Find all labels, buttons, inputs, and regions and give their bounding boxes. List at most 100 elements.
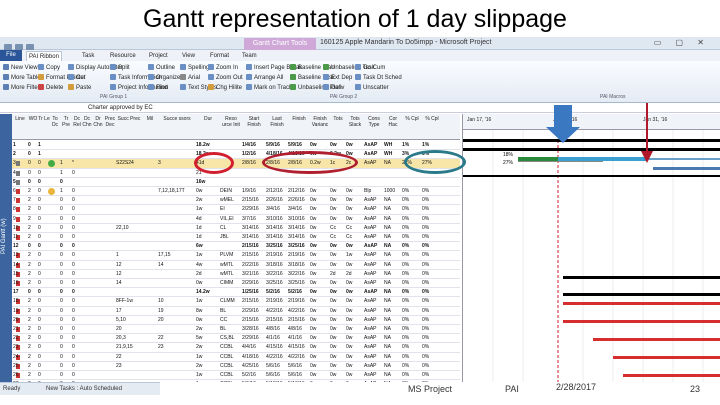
ribbon-btn-ext-dep[interactable]: Ext Dep — [323, 74, 352, 82]
task-grid[interactable]: Line WO Tr Le To Dc Tr Pre Dc Rel Dc Chn Dr Chn… — [12, 114, 460, 382]
column-header[interactable]: Cons Type — [364, 116, 384, 128]
table-cell[interactable]: 0w — [330, 251, 346, 259]
table-cell[interactable]: 3/22/16 — [288, 270, 310, 278]
table-cell[interactable]: 2 — [28, 251, 38, 259]
table-cell[interactable]: 0w — [330, 325, 346, 333]
ribbon-btn-more-filters[interactable]: More Filters — [3, 84, 43, 92]
table-cell[interactable]: * — [72, 159, 82, 167]
table-cell[interactable]: 6w — [196, 242, 220, 250]
table-cell[interactable]: 4/18/16 — [266, 150, 288, 158]
table-cell[interactable]: 21,9,15 — [116, 343, 142, 351]
table-cell[interactable]: 2/19/16 — [266, 297, 288, 305]
table-cell[interactable]: 0% — [402, 233, 422, 241]
table-cell[interactable]: 0 — [28, 242, 38, 250]
table-cell[interactable]: 17,15 — [158, 251, 196, 259]
table-cell[interactable]: 14 — [158, 261, 196, 269]
table-row[interactable]: 13 2 0 0 0 1 17,15 1w PLVM 2/15/16 2/19/16 2/19/16 0… — [12, 251, 460, 261]
table-cell[interactable]: NA — [384, 251, 402, 259]
table-cell[interactable]: 0w — [310, 215, 330, 223]
table-cell[interactable]: 0w — [330, 334, 346, 342]
tab-project[interactable]: Project — [147, 51, 170, 61]
table-cell[interactable]: 24 — [13, 353, 27, 361]
table-cell[interactable]: PLVM — [220, 251, 242, 259]
table-cell[interactable]: 2/29/16 — [242, 307, 266, 315]
table-cell[interactable]: 0 — [72, 353, 82, 361]
table-cell[interactable]: 1w — [196, 297, 220, 305]
table-cell[interactable]: 4/22/16 — [288, 353, 310, 361]
table-cell[interactable]: 0% — [402, 215, 422, 223]
table-cell[interactable]: NA — [384, 307, 402, 315]
table-cell[interactable]: 0 — [28, 288, 38, 296]
table-cell[interactable]: 0 — [38, 297, 50, 305]
table-cell[interactable]: 2/8/16 — [242, 159, 266, 167]
tab-task[interactable]: Task — [80, 51, 96, 61]
table-cell[interactable]: 3/14/16 — [242, 224, 266, 232]
table-cell[interactable]: NA — [384, 325, 402, 333]
table-cell[interactable]: AsAP — [364, 205, 384, 213]
ribbon-btn-delete[interactable]: Delete — [38, 84, 63, 92]
table-cell[interactable]: 0% — [402, 316, 422, 324]
table-cell[interactable]: 0w — [346, 297, 364, 305]
table-cell[interactable]: NA — [384, 196, 402, 204]
table-cell[interactable]: 4/25/16 — [242, 362, 266, 370]
table-cell[interactable]: 0 — [72, 371, 82, 379]
table-cell[interactable]: 0w — [330, 288, 346, 296]
table-cell[interactable]: 12 — [116, 261, 142, 269]
table-cell[interactable]: 3/14/16 — [242, 233, 266, 241]
table-cell[interactable]: 0w — [330, 316, 346, 324]
table-cell[interactable]: 0 — [72, 334, 82, 342]
table-cell[interactable]: 0 — [60, 362, 72, 370]
ribbon-btn-mark-on-track[interactable]: Mark on Track — [246, 84, 292, 92]
table-cell[interactable]: 2d — [346, 270, 364, 278]
table-cell[interactable]: 0 — [60, 251, 72, 259]
table-cell[interactable]: 0% — [402, 343, 422, 351]
table-cell[interactable]: 4/22/16 — [266, 307, 288, 315]
table-cell[interactable]: 0 — [72, 270, 82, 278]
table-cell[interactable]: 0 — [38, 251, 50, 259]
table-cell[interactable]: 0 — [38, 215, 50, 223]
table-cell[interactable]: CLMM — [220, 297, 242, 305]
table-cell[interactable]: 1w — [196, 353, 220, 361]
table-row[interactable]: 1 0 1 18.2w 1/4/16 5/9/16 5/9/16 0w 0w 0w AsAP WH 1%… — [12, 141, 460, 151]
table-cell[interactable]: 0 — [38, 224, 50, 232]
table-cell[interactable]: 2/26/16 — [288, 196, 310, 204]
table-row[interactable]: 18 2 0 0 0 8FF-1w 10 1w CLMM 2/15/16 2/19/16 2/19/1… — [12, 297, 460, 307]
table-row[interactable]: 8 2 0 0 0 1w EI 2/29/16 3/4/16 3/4/16 0w 0w 0w AsAP NA… — [12, 205, 460, 215]
table-cell[interactable]: 2 — [28, 270, 38, 278]
table-cell[interactable]: 22 — [116, 353, 142, 361]
table-cell[interactable]: DEIN — [220, 187, 242, 195]
column-header[interactable]: Finish — [288, 116, 310, 122]
table-cell[interactable]: 0 — [72, 261, 82, 269]
table-cell[interactable]: 1 — [60, 159, 72, 167]
table-cell[interactable]: 2 — [28, 261, 38, 269]
ribbon-btn-organizer[interactable]: Organizer — [148, 74, 182, 82]
table-cell[interactable]: 0w — [346, 334, 364, 342]
table-cell[interactable]: AsAP — [364, 251, 384, 259]
table-cell[interactable]: 0w — [310, 279, 330, 287]
ribbon-btn-task-dt-sched[interactable]: Task Dt Sched — [355, 74, 402, 82]
table-cell[interactable]: 2 — [28, 316, 38, 324]
table-cell[interactable]: 0w — [310, 224, 330, 232]
table-cell[interactable]: 0w — [346, 316, 364, 324]
table-cell[interactable]: 11 — [13, 233, 27, 241]
table-cell[interactable]: 4/15/16 — [288, 343, 310, 351]
table-cell[interactable]: CL — [220, 224, 242, 232]
table-cell[interactable]: 0% — [422, 334, 442, 342]
quick-access-toolbar[interactable] — [4, 39, 50, 52]
table-row[interactable]: 22 2 0 0 0 20,3 22 5w CS,BL 2/29/16 4/1/16 4/1/16 0w… — [12, 334, 460, 344]
ribbon-btn-zoom-out[interactable]: Zoom Out — [208, 74, 243, 82]
table-cell[interactable]: 0w — [310, 307, 330, 315]
table-cell[interactable]: NA — [384, 353, 402, 361]
table-cell[interactable]: 16w — [196, 178, 220, 186]
table-cell[interactable]: 1 — [13, 141, 27, 149]
table-cell[interactable]: 0w — [310, 233, 330, 241]
column-header[interactable]: Dur — [196, 116, 220, 122]
table-cell[interactable]: 0 — [38, 325, 50, 333]
table-cell[interactable]: 0% — [422, 187, 442, 195]
table-cell[interactable]: 0w — [330, 307, 346, 315]
table-cell[interactable]: 27% — [422, 159, 442, 167]
table-cell[interactable]: 5/6/16 — [266, 371, 288, 379]
table-cell[interactable]: NA — [384, 242, 402, 250]
table-cell[interactable]: 2 — [28, 362, 38, 370]
status-new-tasks[interactable]: New Tasks : Auto Scheduled — [46, 383, 122, 395]
